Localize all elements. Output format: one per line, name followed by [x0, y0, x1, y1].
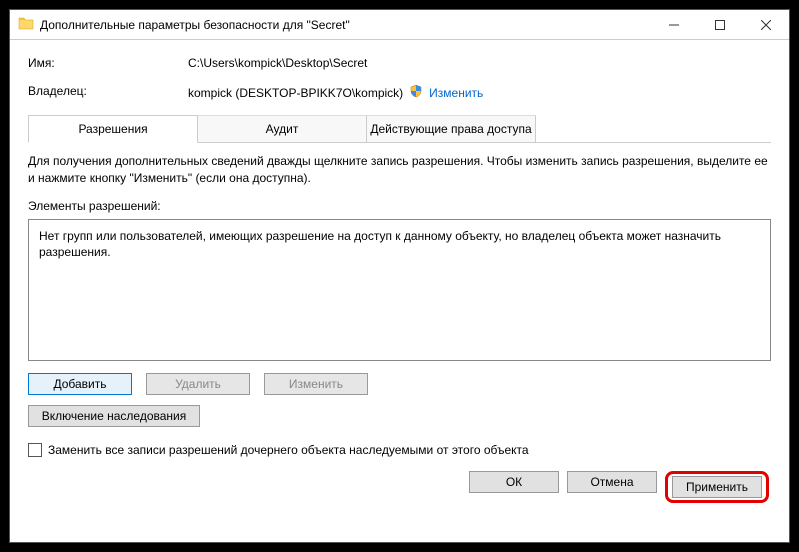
name-value: C:\Users\kompick\Desktop\Secret — [188, 56, 367, 70]
owner-label: Владелец: — [28, 84, 188, 101]
enable-inheritance-button[interactable]: Включение наследования — [28, 405, 200, 427]
inherit-row: Включение наследования — [28, 405, 771, 427]
permissions-section-label: Элементы разрешений: — [28, 199, 771, 213]
window-title: Дополнительные параметры безопасности дл… — [40, 18, 651, 32]
dialog-buttons-row: ОК Отмена Применить — [28, 471, 771, 503]
permission-buttons-row: Добавить Удалить Изменить — [28, 373, 771, 395]
maximize-button[interactable] — [697, 10, 743, 40]
permissions-listbox[interactable]: Нет групп или пользователей, имеющих раз… — [28, 219, 771, 361]
listbox-message: Нет групп или пользователей, имеющих раз… — [39, 229, 721, 260]
minimize-button[interactable] — [651, 10, 697, 40]
shield-icon — [409, 84, 423, 101]
folder-icon — [18, 15, 34, 34]
replace-checkbox-label: Заменить все записи разрешений дочернего… — [48, 443, 529, 457]
remove-button: Удалить — [146, 373, 250, 395]
apply-highlight: Применить — [665, 471, 769, 503]
add-button[interactable]: Добавить — [28, 373, 132, 395]
tab-permissions[interactable]: Разрешения — [28, 115, 198, 143]
name-label: Имя: — [28, 56, 188, 70]
titlebar: Дополнительные параметры безопасности дл… — [10, 10, 789, 40]
ok-button[interactable]: ОК — [469, 471, 559, 493]
change-owner-link[interactable]: Изменить — [429, 86, 483, 100]
tabs: Разрешения Аудит Действующие права досту… — [28, 115, 771, 143]
tab-effective-access[interactable]: Действующие права доступа — [366, 115, 536, 142]
replace-checkbox[interactable] — [28, 443, 42, 457]
content-area: Имя: C:\Users\kompick\Desktop\Secret Вла… — [10, 40, 789, 542]
security-window: Дополнительные параметры безопасности дл… — [9, 9, 790, 543]
edit-button: Изменить — [264, 373, 368, 395]
description-text: Для получения дополнительных сведений дв… — [28, 153, 771, 187]
owner-row: Владелец: kompick (DESKTOP-BPIKK7O\kompi… — [28, 84, 771, 101]
name-row: Имя: C:\Users\kompick\Desktop\Secret — [28, 56, 771, 70]
owner-value: kompick (DESKTOP-BPIKK7O\kompick) — [188, 86, 403, 100]
apply-button[interactable]: Применить — [672, 476, 762, 498]
cancel-button[interactable]: Отмена — [567, 471, 657, 493]
replace-checkbox-row: Заменить все записи разрешений дочернего… — [28, 443, 771, 457]
tab-audit[interactable]: Аудит — [197, 115, 367, 142]
close-button[interactable] — [743, 10, 789, 40]
